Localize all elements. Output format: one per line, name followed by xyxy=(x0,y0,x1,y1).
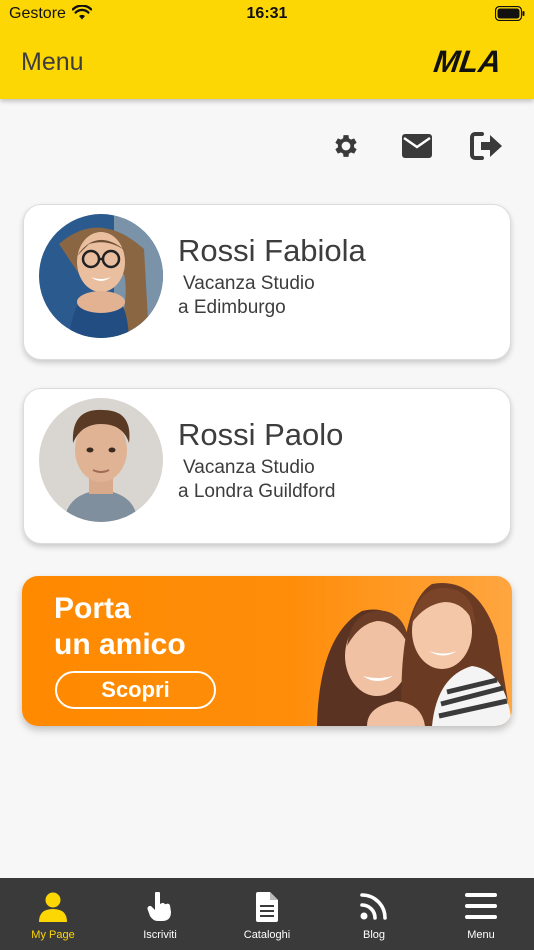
page-title: Menu xyxy=(21,48,84,76)
logout-icon[interactable] xyxy=(469,128,505,164)
promo-title-line2: un amico xyxy=(54,628,186,661)
tab-label: My Page xyxy=(31,929,75,941)
trip-destination: a Londra Guildford xyxy=(178,481,336,502)
student-name: Rossi Fabiola xyxy=(178,233,366,268)
refer-a-friend-banner[interactable]: Porta un amico Scopri xyxy=(22,576,512,726)
tab-blog[interactable]: Blog xyxy=(321,878,427,950)
tab-menu[interactable]: Menu xyxy=(428,878,534,950)
mla-logo[interactable]: MLA xyxy=(431,44,504,80)
status-time: 16:31 xyxy=(246,5,288,22)
promo-title-line1: Porta xyxy=(54,592,131,625)
discover-button[interactable]: Scopri xyxy=(55,671,216,709)
tab-label: Blog xyxy=(362,929,386,941)
mail-icon[interactable] xyxy=(399,128,435,164)
student-card[interactable]: Rossi Fabiola Vacanza Studio a Edimburgo xyxy=(23,204,511,360)
avatar xyxy=(39,398,163,522)
hand-pointer-icon xyxy=(107,892,213,924)
promo-photo xyxy=(317,583,512,726)
avatar xyxy=(39,214,163,338)
status-bar: Gestore 16:31 xyxy=(0,0,534,28)
student-name: Rossi Paolo xyxy=(178,417,344,452)
tab-label: Cataloghi xyxy=(243,929,291,941)
tab-label: Iscriviti xyxy=(143,929,177,941)
trip-destination: a Edimburgo xyxy=(178,297,286,318)
battery-icon xyxy=(494,5,525,26)
gear-icon[interactable] xyxy=(328,128,364,164)
person-icon xyxy=(0,892,106,924)
tab-bar: My Page Iscriviti Cataloghi Blog Menu xyxy=(0,878,534,950)
trip-type: Vacanza Studio xyxy=(183,273,315,294)
hamburger-icon xyxy=(428,892,534,924)
app-header: Gestore 16:31 Menu MLA xyxy=(0,0,534,99)
rss-icon xyxy=(321,892,427,924)
tab-iscriviti[interactable]: Iscriviti xyxy=(107,878,213,950)
document-icon xyxy=(214,892,320,924)
student-card[interactable]: Rossi Paolo Vacanza Studio a Londra Guil… xyxy=(23,388,511,544)
tab-cataloghi[interactable]: Cataloghi xyxy=(214,878,320,950)
tab-label: Menu xyxy=(467,929,495,941)
trip-type: Vacanza Studio xyxy=(183,457,315,478)
tab-my-page[interactable]: My Page xyxy=(0,878,106,950)
